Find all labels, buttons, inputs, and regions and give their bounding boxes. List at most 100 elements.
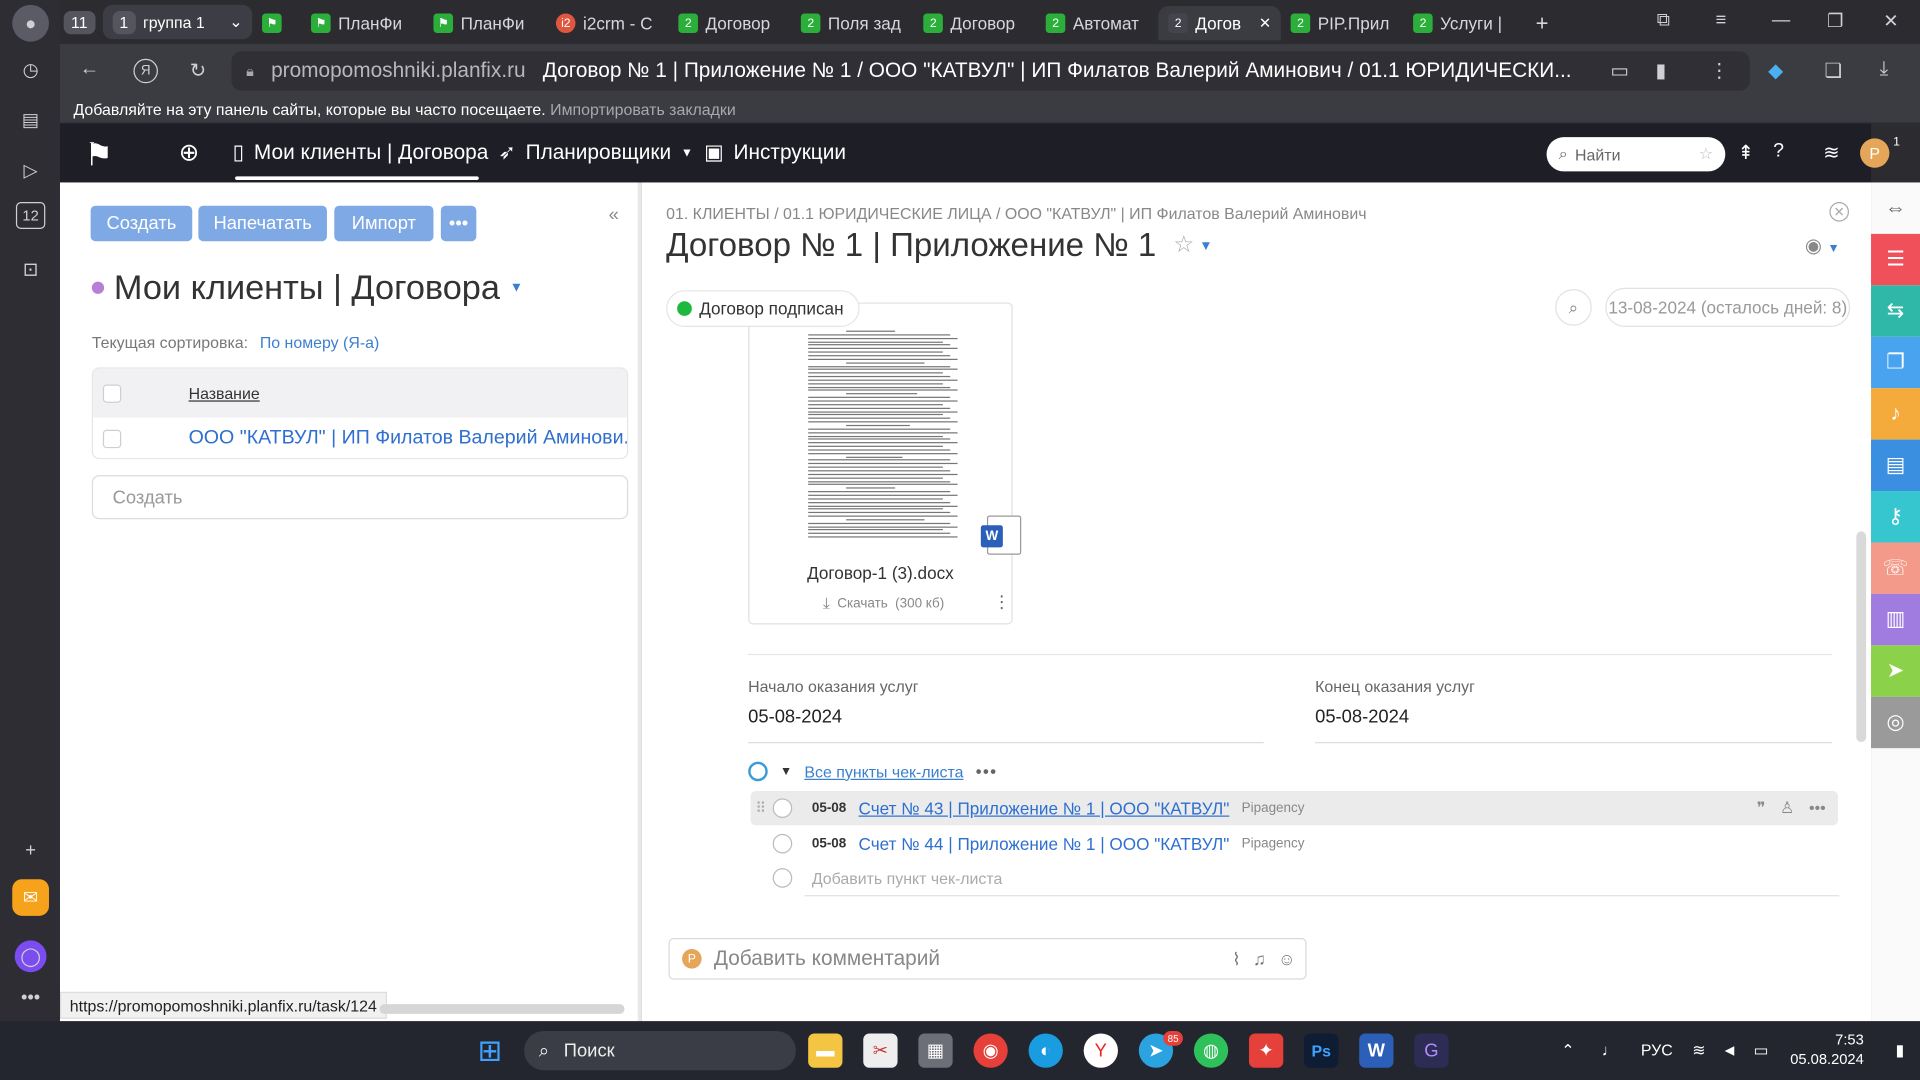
column-name-header[interactable]: Название (189, 384, 260, 402)
reload-icon[interactable]: ↻ (190, 59, 206, 83)
key-icon[interactable]: ⚷ (1871, 491, 1920, 543)
extension-icon[interactable]: ◆ (1768, 59, 1783, 83)
caret-down-icon[interactable]: ▼ (510, 280, 523, 295)
collapse-panel-icon[interactable]: « (609, 204, 619, 225)
nav-instructions[interactable]: ▣ Инструкции (704, 141, 846, 165)
taskbar-clock[interactable]: 7:53 05.08.2024 (1790, 1030, 1864, 1069)
create-button[interactable]: Создать (90, 205, 193, 242)
chrome-icon[interactable]: ◉ (973, 1033, 1008, 1068)
tabs-menu-icon[interactable]: ⧉ (1657, 10, 1670, 31)
checklist-item-checkbox[interactable] (772, 833, 793, 854)
taskbar-search[interactable]: ⌕ Поиск (524, 1031, 796, 1071)
vertical-scrollbar[interactable] (1856, 531, 1867, 743)
wechat-icon[interactable]: ◍ (1193, 1033, 1229, 1068)
volume-icon[interactable]: ◄ (1722, 1041, 1738, 1059)
reports-icon[interactable]: ▥ (1871, 593, 1920, 646)
checklist-add-placeholder[interactable]: Добавить пункт чек-листа (812, 869, 1003, 887)
more-icon[interactable]: ••• (12, 978, 49, 1015)
comment-input[interactable]: P Добавить комментарий ⌇ ♫ ☺ (668, 937, 1307, 980)
breadcrumb[interactable]: 01. КЛИЕНТЫ / 01.1 ЮРИДИЧЕСКИЕ ЛИЦА / ОО… (666, 204, 1366, 222)
file-card[interactable]: W Договор-1 (3).docx ⤓ Скачать (300 кб) … (748, 302, 1022, 625)
menu-dots-icon[interactable]: ⋮ (1709, 59, 1729, 83)
browser-tab[interactable]: i2 i2crm - C (546, 6, 668, 40)
bookmark-icon[interactable]: ▮ (1656, 59, 1667, 83)
file-explorer-icon[interactable]: ▬ (808, 1033, 843, 1068)
horizontal-scrollbar[interactable] (379, 1004, 625, 1014)
deadline-pill[interactable]: 13-08-2024 (осталось дней: 8) (1605, 287, 1851, 327)
history-icon[interactable]: ◷ (12, 51, 49, 88)
search-icon[interactable]: ⌕ (1555, 288, 1592, 326)
start-value[interactable]: 05-08-2024 (748, 707, 842, 728)
calculator-icon[interactable]: ▦ (918, 1033, 953, 1068)
microphone-icon[interactable]: ♩ (1602, 1041, 1618, 1059)
print-button[interactable]: Напечатать (198, 205, 327, 242)
restore-icon[interactable]: ❐ (1827, 10, 1843, 32)
browser-tab[interactable]: 2 Догов ✕ (1158, 6, 1281, 41)
avatar[interactable]: P (1860, 138, 1890, 168)
rocket-action-icon[interactable]: ⇞ (1738, 141, 1754, 165)
send-icon[interactable]: ➤ (1871, 645, 1920, 697)
mail-icon[interactable]: ✉ (12, 879, 49, 916)
app-red-icon[interactable]: ✦ (1248, 1033, 1284, 1068)
browser-tab[interactable]: 2 Автомат (1036, 6, 1158, 40)
caret-down-icon[interactable]: ▼ (1199, 238, 1212, 253)
document-preview[interactable] (803, 325, 963, 544)
planfix-logo-icon[interactable]: ⚑ (84, 136, 116, 173)
yandex-icon[interactable]: Я (133, 58, 158, 84)
row-checkbox[interactable] (102, 429, 122, 448)
drag-handle-icon[interactable]: ⠿ (756, 800, 767, 817)
checklist-item-link[interactable]: Счет № 44 | Приложение № 1 | ООО "КАТВУЛ… (859, 834, 1230, 854)
video-icon[interactable]: ▷ (12, 152, 49, 189)
new-tab-button[interactable]: + (1526, 6, 1563, 40)
end-value[interactable]: 05-08-2024 (1315, 707, 1409, 728)
app-g-icon[interactable]: G (1414, 1033, 1449, 1068)
notes-icon[interactable]: ▤ (1871, 439, 1920, 492)
snipping-tool-icon[interactable]: ✂ (863, 1033, 898, 1068)
quick-create-input[interactable]: Создать (91, 475, 629, 520)
yandex-browser-icon[interactable]: Y (1083, 1033, 1118, 1068)
select-all-checkbox[interactable] (102, 383, 122, 403)
file-menu-icon[interactable]: ⋮ (993, 591, 1010, 612)
check-circle-icon[interactable] (748, 761, 768, 782)
reading-list-icon[interactable]: ❏ (1825, 59, 1843, 83)
word-icon[interactable]: W (1359, 1033, 1394, 1068)
battery-icon[interactable]: ▭ (1753, 1041, 1768, 1061)
tab-pinned[interactable]: ⚑ (252, 6, 301, 40)
phone-icon[interactable]: ☏ (1871, 542, 1920, 594)
panel-toggle-icon[interactable]: ⇔ (1871, 182, 1920, 233)
assign-user-icon[interactable]: ♙ (1780, 798, 1794, 818)
back-icon[interactable]: ← (80, 59, 100, 81)
minimize-icon[interactable]: — (1772, 10, 1790, 31)
processes-icon[interactable]: ⇆ (1871, 285, 1920, 337)
notifications-icon[interactable]: ▮ (1896, 1041, 1905, 1061)
browser-tab[interactable]: ⚑ ПланФи (301, 6, 423, 40)
browser-tab[interactable]: 2 Договор (669, 6, 791, 40)
browser-tab[interactable]: 2 Услуги | (1403, 6, 1525, 40)
language-indicator[interactable]: РУС (1641, 1041, 1673, 1059)
row-title-link[interactable]: ООО "КАТВУЛ" | ИП Филатов Валерий Аминов… (189, 427, 627, 449)
reader-icon[interactable]: ▭ (1610, 59, 1629, 83)
caret-down-icon[interactable]: ▼ (780, 765, 792, 778)
download-icon[interactable]: ⤓ (1880, 59, 1889, 81)
browser-menu-icon[interactable]: ≡ (1716, 10, 1727, 31)
windows-start-icon[interactable]: ⊞ (473, 1033, 507, 1067)
photoshop-icon[interactable]: Ps (1304, 1033, 1339, 1068)
browser-tab[interactable]: 2 PIP.Прил (1281, 6, 1403, 40)
comments-icon[interactable]: ❞ (1757, 798, 1766, 818)
close-icon[interactable]: ✕ (1829, 202, 1849, 222)
collections-icon[interactable]: ▤ (12, 102, 49, 139)
attach-icon[interactable]: ⌇ (1232, 948, 1240, 969)
tab-group[interactable]: 1 группа 1 ⌄ (102, 4, 253, 40)
tab-counter[interactable]: 11 (63, 10, 95, 34)
tray-chevron-icon[interactable]: ⌃ (1561, 1041, 1574, 1061)
browser-tab[interactable]: 2 Поля зад (791, 6, 913, 40)
close-tab-icon[interactable]: ✕ (1259, 15, 1271, 32)
calendar-icon[interactable]: 12 (15, 202, 46, 229)
status-badge[interactable]: Договор подписан (666, 290, 860, 327)
help-icon[interactable]: ? (1773, 141, 1784, 163)
alice-icon[interactable]: ◯ (14, 940, 47, 973)
checklist-all-link[interactable]: Все пункты чек-листа (804, 762, 963, 780)
eye-icon[interactable]: ◉ ▼ (1805, 234, 1840, 258)
checklist-item-link[interactable]: Счет № 43 | Приложение № 1 | ООО "КАТВУЛ… (859, 798, 1230, 818)
nav-clients[interactable]: ▯ Мои клиенты | Договора (233, 141, 489, 165)
